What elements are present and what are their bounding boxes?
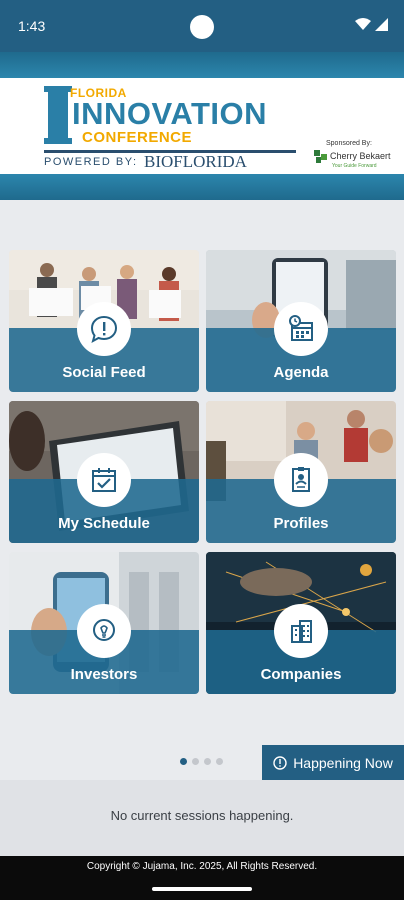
calendar-clock-icon [289,315,313,341]
cell-signal-icon [375,18,388,31]
lightbulb-icon [93,619,115,641]
pillar-mark [44,86,72,144]
home-indicator[interactable] [152,887,252,891]
tile-label: Companies [260,666,342,683]
copyright-text: Copyright © Jujama, Inc. 2025, All Right… [86,861,318,872]
speech-bubble-icon [90,315,118,344]
calendar-check-icon [92,468,116,492]
tile-label: Investors [70,666,138,683]
page-dot-4[interactable] [216,758,223,765]
info-icon [273,755,287,770]
tile-icon-badge [77,302,131,356]
sponsor-label: Sponsored By: [326,140,372,147]
sponsor-block: Sponsored By: Cherry Bekaert Your Guide … [312,140,402,172]
status-icons [355,18,388,31]
sessions-panel: No current sessions happening. [0,780,404,856]
page-dot-3[interactable] [204,758,211,765]
tile-label: Agenda [273,364,329,381]
wifi-icon [355,18,371,30]
tile-icon-badge [274,604,328,658]
tile-profiles[interactable]: Profiles [206,401,396,543]
buildings-icon [291,620,312,643]
happening-now-button[interactable]: Happening Now [262,745,404,780]
logo-conference: CONFERENCE [82,129,193,146]
page-dot-1[interactable] [180,758,187,765]
camera-cutout [190,15,214,39]
logo-innovation: INNOVATION [72,96,268,131]
header-band-bottom [0,174,404,200]
sponsor-logo-icon [314,150,327,163]
tile-icon-badge [77,604,131,658]
tile-label: My Schedule [58,515,150,532]
tile-label: Social Feed [62,364,146,381]
page-dot-2[interactable] [192,758,199,765]
status-bar: 1:43 [0,0,404,52]
tile-icon-badge [77,453,131,507]
logo-bioflorida: BIOFLORIDA [144,152,247,171]
tile-my-schedule[interactable]: My Schedule [9,401,199,543]
tile-social-feed[interactable]: Social Feed [9,250,199,392]
id-card-icon [292,467,310,492]
tile-icon-badge [274,453,328,507]
tile-investors[interactable]: Investors [9,552,199,694]
conference-logo: FLORIDA INNOVATION CONFERENCE POWERED BY… [44,84,304,171]
sponsor-tagline: Your Guide Forward [332,163,377,169]
tile-agenda[interactable]: Agenda [206,250,396,392]
tile-companies[interactable]: Companies [206,552,396,694]
tile-label: Profiles [273,515,329,532]
happening-now-label: Happening Now [293,754,393,771]
tile-icon-badge [274,302,328,356]
sponsor-name: Cherry Bekaert [330,151,391,161]
header-band-top [0,52,404,78]
status-time: 1:43 [18,18,46,34]
conference-banner: FLORIDA INNOVATION CONFERENCE POWERED BY… [0,78,404,174]
footer: Copyright © Jujama, Inc. 2025, All Right… [0,856,404,900]
page-indicator[interactable] [180,758,223,765]
logo-powered-by: POWERED BY: [44,156,138,168]
sessions-empty-text: No current sessions happening. [110,808,294,823]
